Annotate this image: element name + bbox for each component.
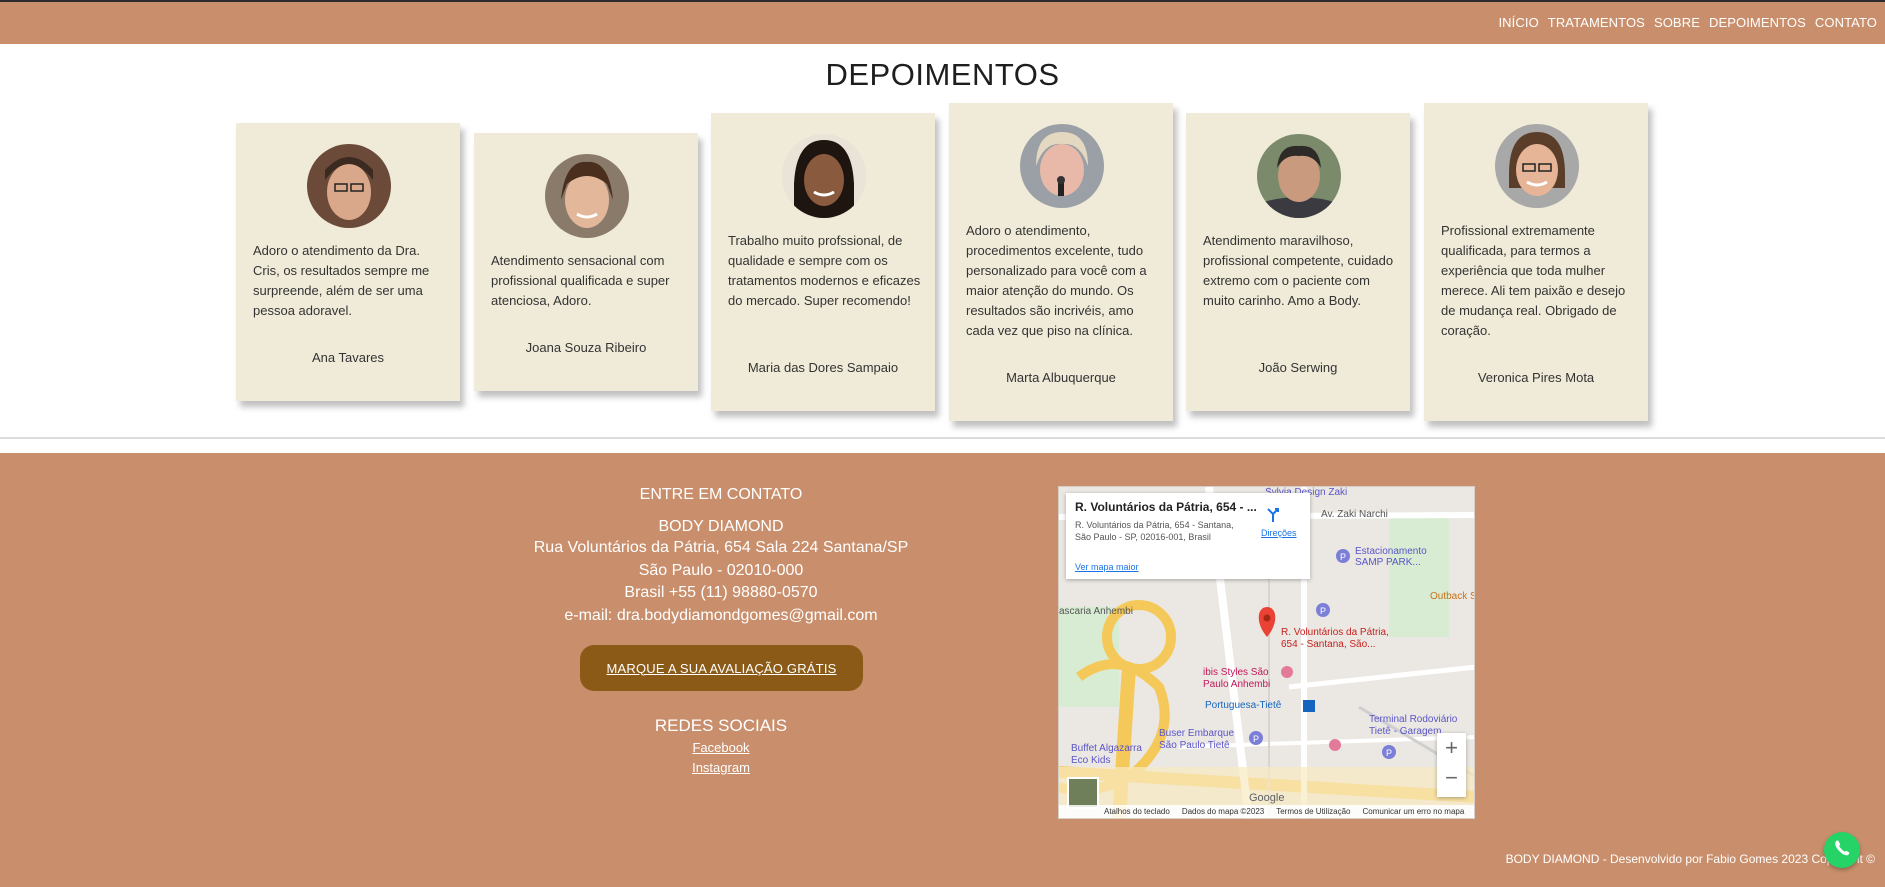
svg-text:P: P <box>1253 734 1259 744</box>
avatar <box>1495 124 1579 208</box>
main-nav: INÍCIO TRATAMENTOS SOBRE DEPOIMENTOS CON… <box>1498 15 1877 30</box>
map-label: SAMP PARK... <box>1355 557 1421 568</box>
directions-link[interactable]: Direções <box>1261 528 1297 538</box>
instagram-link[interactable]: Instagram <box>500 760 942 775</box>
map-label: Outback Stea <box>1430 591 1474 602</box>
svg-text:P: P <box>1386 748 1392 758</box>
map-label: Paulo Anhembi <box>1203 679 1271 690</box>
map-footer-link[interactable]: Atalhos do teclado <box>1104 807 1170 816</box>
map-footer-link[interactable]: Comunicar um erro no mapa <box>1362 807 1464 816</box>
map-place-address: R. Voluntários da Pátria, 654 - Santana,… <box>1075 520 1234 542</box>
testimonial-author: João Serwing <box>1258 360 1338 375</box>
nav-tratamentos[interactable]: TRATAMENTOS <box>1548 15 1645 30</box>
map-label: Estacionamento <box>1355 546 1427 557</box>
testimonial-author: Ana Tavares <box>311 350 385 365</box>
nav-sobre[interactable]: SOBRE <box>1654 15 1700 30</box>
facebook-link[interactable]: Facebook <box>500 740 942 755</box>
nav-depoimentos[interactable]: DEPOIMENTOS <box>1709 15 1806 30</box>
map-label: ibis Styles São <box>1203 667 1269 678</box>
footer <box>0 453 1885 887</box>
nav-contato[interactable]: CONTATO <box>1815 15 1877 30</box>
bigger-map-link[interactable]: Ver mapa maior <box>1075 562 1139 572</box>
testimonial-author: Marta Albuquerque <box>1006 370 1116 385</box>
map-label: 654 - Santana, São... <box>1281 639 1376 650</box>
top-navbar: INÍCIO TRATAMENTOS SOBRE DEPOIMENTOS CON… <box>0 0 1885 44</box>
contact-address: Rua Voluntários da Pátria, 654 Sala 224 … <box>533 539 909 556</box>
testimonial-quote: Adoro o atendimento, procedimentos excel… <box>966 223 1147 338</box>
map-place-title: R. Voluntários da Pátria, 654 - ... <box>1075 500 1257 514</box>
brand-name: BODY DIAMOND <box>658 518 784 535</box>
testimonial-quote: Adoro o atendimento da Dra. Cris, os res… <box>253 243 430 318</box>
testimonial-card: Adoro o atendimento, procedimentos excel… <box>949 103 1173 421</box>
testimonial-card: Profissional extremamente qualificada, p… <box>1424 103 1648 421</box>
svg-text:P: P <box>1320 606 1326 616</box>
map-footer: Atalhos do teclado Dados do mapa ©2023 T… <box>1059 805 1474 818</box>
copyright: BODY DIAMOND - Desenvolvido por Fabio Go… <box>1505 852 1875 866</box>
map-label: Buffet Algazarra <box>1071 743 1142 754</box>
map-label: Eco Kids <box>1071 755 1111 766</box>
map-info-card: R. Voluntários da Pátria, 654 - ... R. V… <box>1066 493 1310 579</box>
google-logo: Google <box>1249 792 1285 804</box>
avatar <box>1257 134 1341 218</box>
testimonial-author: Joana Souza Ribeiro <box>525 340 647 355</box>
testimonial-quote: Atendimento maravilhoso, profissional co… <box>1203 233 1394 308</box>
map-label: Buser Embarque <box>1159 728 1235 739</box>
testimonials-title: DEPOIMENTOS <box>825 57 1060 92</box>
whatsapp-button[interactable] <box>1824 832 1860 868</box>
map-label: ascaria Anhembi <box>1059 606 1133 617</box>
map-label: Tietê - Garagem <box>1369 726 1442 737</box>
map-label: Av. Zaki Narchi <box>1321 509 1388 520</box>
contact-city: São Paulo - 02010-000 <box>638 562 804 579</box>
testimonial-card: Atendimento sensacional com profissional… <box>474 133 698 391</box>
testimonial-quote: Trabalho muito profssional, de qualidade… <box>728 233 921 308</box>
avatar <box>307 144 391 228</box>
contact-phone: Brasil +55 (11) 98880-0570 <box>624 584 818 601</box>
whatsapp-icon <box>1831 837 1853 864</box>
section-divider <box>0 437 1885 439</box>
map-footer-link[interactable]: Termos de Utilização <box>1276 807 1350 816</box>
avatar <box>1020 124 1104 208</box>
nav-inicio[interactable]: INÍCIO <box>1498 15 1538 30</box>
testimonial-quote: Profissional extremamente qualificada, p… <box>1441 223 1626 338</box>
contact-email: e-mail: dra.bodydiamondgomes@gmail.com <box>564 607 878 624</box>
map-label: Terminal Rodoviário <box>1369 714 1458 725</box>
svg-text:P: P <box>1340 552 1346 562</box>
map-footer-text: Dados do mapa ©2023 <box>1181 807 1265 816</box>
avatar <box>782 134 866 218</box>
directions-icon[interactable] <box>1265 507 1281 523</box>
map-label: Portuguesa-Tietê <box>1205 700 1282 711</box>
embedded-map[interactable]: P P P P Sylvia Design Zaki Av. Zaki Narc… <box>1058 486 1475 819</box>
map-label: São Paulo Tietê <box>1159 740 1230 751</box>
avatar <box>545 154 629 238</box>
book-evaluation-button[interactable]: MARQUE A SUA AVALIAÇÃO GRÁTIS <box>580 645 863 691</box>
testimonial-quote: Atendimento sensacional com profissional… <box>491 253 670 308</box>
testimonial-card: Adoro o atendimento da Dra. Cris, os res… <box>236 123 460 401</box>
zoom-in-button[interactable]: + <box>1437 733 1466 763</box>
map-label: R. Voluntários da Pátria, <box>1281 627 1389 638</box>
zoom-out-button[interactable]: − <box>1437 763 1466 793</box>
testimonial-card: Atendimento maravilhoso, profissional co… <box>1186 113 1410 411</box>
testimonial-card: Trabalho muito profssional, de qualidade… <box>711 113 935 411</box>
contact-heading: ENTRE EM CONTATO <box>639 486 803 503</box>
social-heading: REDES SOCIAIS <box>654 716 788 735</box>
testimonial-author: Maria das Dores Sampaio <box>747 360 899 375</box>
testimonial-author: Veronica Pires Mota <box>1477 370 1595 385</box>
zoom-controls: + − <box>1437 733 1466 797</box>
